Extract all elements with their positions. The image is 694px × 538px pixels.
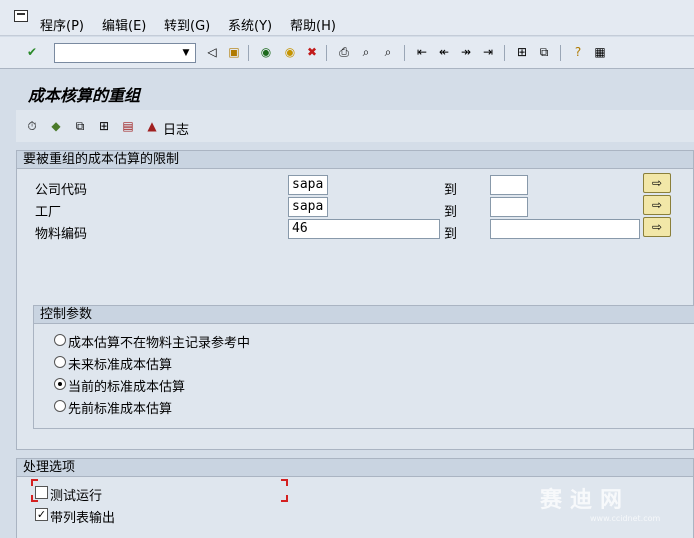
radio-future-standard[interactable] — [54, 356, 66, 368]
execute-icon[interactable]: ⏱ — [24, 118, 40, 134]
variant-icon[interactable]: ◆ — [48, 118, 64, 134]
company-code-to-field[interactable] — [490, 175, 528, 195]
toolbar-divider — [560, 45, 561, 61]
print-icon[interactable]: ⎙ — [336, 44, 352, 60]
selection-group: 要被重组的成本估算的限制 公司代码 sapa 到 ⇨ 工厂 sapa 到 ⇨ 物… — [16, 150, 694, 450]
plant-to-label: 到 — [444, 205, 458, 220]
watermark-url: www.ccidnet.com — [590, 514, 661, 523]
menu-system[interactable]: 系统(Y) — [228, 15, 272, 34]
prev-page-icon[interactable]: ↞ — [436, 44, 452, 60]
material-to-label: 到 — [444, 227, 458, 242]
radio-label-future-standard: 未来标准成本估算 — [68, 358, 173, 373]
list-output-label: 带列表输出 — [50, 511, 116, 526]
system-menu-icon[interactable] — [14, 10, 28, 22]
first-page-icon[interactable]: ⇤ — [414, 44, 430, 60]
radio-current-standard[interactable] — [54, 378, 66, 390]
page-title: 成本核算的重组 — [28, 86, 141, 105]
toolbar-divider — [504, 45, 505, 61]
arrow-right-icon: ⇨ — [651, 176, 663, 190]
toolbar-divider — [248, 45, 249, 61]
toolbar-divider — [404, 45, 405, 61]
material-multiple-selection-button[interactable]: ⇨ — [643, 217, 671, 237]
application-toolbar: ⏱ ◆ ⧉ ⊞ ▤ ▲ 日志 — [16, 110, 694, 142]
list-output-checkbox[interactable]: ✓ — [35, 508, 48, 521]
find-next-icon[interactable]: ⌕ — [380, 44, 396, 60]
arrow-right-icon: ⇨ — [651, 220, 663, 234]
back-arrow-icon[interactable]: ◁ — [204, 44, 220, 60]
control-parameters-group: 控制参数 成本估算不在物料主记录参考中 未来标准成本估算 当前的标准成本估算 先… — [33, 305, 694, 429]
menu-goto[interactable]: 转到(G) — [164, 15, 210, 34]
material-label: 物料编码 — [35, 227, 88, 242]
test-run-label: 测试运行 — [50, 489, 103, 504]
standard-toolbar: ✔ ▼ ◁ ▣ ◉ ◉ ✖ ⎙ ⌕ ⌕ ⇤ ↞ ↠ ⇥ ⊞ ⧉ ? ▦ — [0, 37, 694, 69]
focus-corner — [281, 479, 288, 486]
find-icon[interactable]: ⌕ — [358, 44, 374, 60]
log-button-label[interactable]: 日志 — [163, 119, 189, 138]
menu-bar: 程序(P) 编辑(E) 转到(G) 系统(Y) 帮助(H) — [0, 0, 694, 36]
selection-group-title: 要被重组的成本估算的限制 — [17, 151, 693, 169]
menu-edit[interactable]: 编辑(E) — [102, 15, 146, 34]
company-code-multiple-selection-button[interactable]: ⇨ — [643, 173, 671, 193]
company-code-label: 公司代码 — [35, 183, 88, 198]
exit-icon[interactable]: ◉ — [282, 44, 298, 60]
material-to-field[interactable] — [490, 219, 640, 239]
save-icon[interactable]: ▣ — [226, 44, 242, 60]
arrow-right-icon: ⇨ — [651, 198, 663, 212]
radio-label-current-standard: 当前的标准成本估算 — [68, 380, 186, 395]
last-page-icon[interactable]: ⇥ — [480, 44, 496, 60]
cancel-icon[interactable]: ✖ — [304, 44, 320, 60]
company-code-to-label: 到 — [444, 183, 458, 198]
plant-to-field[interactable] — [490, 197, 528, 217]
command-field[interactable]: ▼ — [54, 43, 196, 63]
log-icon[interactable]: ▲ — [144, 118, 160, 134]
control-parameters-title: 控制参数 — [34, 306, 694, 324]
enter-icon[interactable]: ✔ — [24, 44, 40, 60]
command-input[interactable] — [55, 44, 175, 62]
green-back-icon[interactable]: ◉ — [258, 44, 274, 60]
layout-icon[interactable]: ▦ — [592, 44, 608, 60]
add-icon[interactable]: ⊞ — [96, 118, 112, 134]
plant-multiple-selection-button[interactable]: ⇨ — [643, 195, 671, 215]
shortcut-icon[interactable]: ⧉ — [536, 44, 552, 60]
radio-label-not-in-material-master: 成本估算不在物料主记录参考中 — [68, 336, 251, 351]
menu-program[interactable]: 程序(P) — [40, 15, 84, 34]
plant-from-field[interactable]: sapa — [288, 197, 328, 217]
material-from-field[interactable]: 46 — [288, 219, 440, 239]
radio-previous-standard[interactable] — [54, 400, 66, 412]
next-page-icon[interactable]: ↠ — [458, 44, 474, 60]
radio-label-previous-standard: 先前标准成本估算 — [68, 402, 173, 417]
focus-corner — [31, 479, 38, 486]
chevron-down-icon[interactable]: ▼ — [179, 46, 193, 60]
toolbar-divider — [326, 45, 327, 61]
radio-not-in-material-master[interactable] — [54, 334, 66, 346]
processing-options-title: 处理选项 — [17, 459, 693, 477]
title-bar: 成本核算的重组 — [16, 78, 694, 108]
test-run-checkbox[interactable] — [35, 486, 48, 499]
new-session-icon[interactable]: ⊞ — [514, 44, 530, 60]
copy-icon[interactable]: ⧉ — [72, 118, 88, 134]
help-icon[interactable]: ? — [570, 44, 586, 60]
plant-label: 工厂 — [35, 205, 62, 220]
company-code-from-field[interactable]: sapa — [288, 175, 328, 195]
focus-corner — [281, 495, 288, 502]
menu-help[interactable]: 帮助(H) — [290, 15, 336, 34]
delete-icon[interactable]: ▤ — [120, 118, 136, 134]
watermark-logo: 赛迪网 — [540, 488, 631, 513]
